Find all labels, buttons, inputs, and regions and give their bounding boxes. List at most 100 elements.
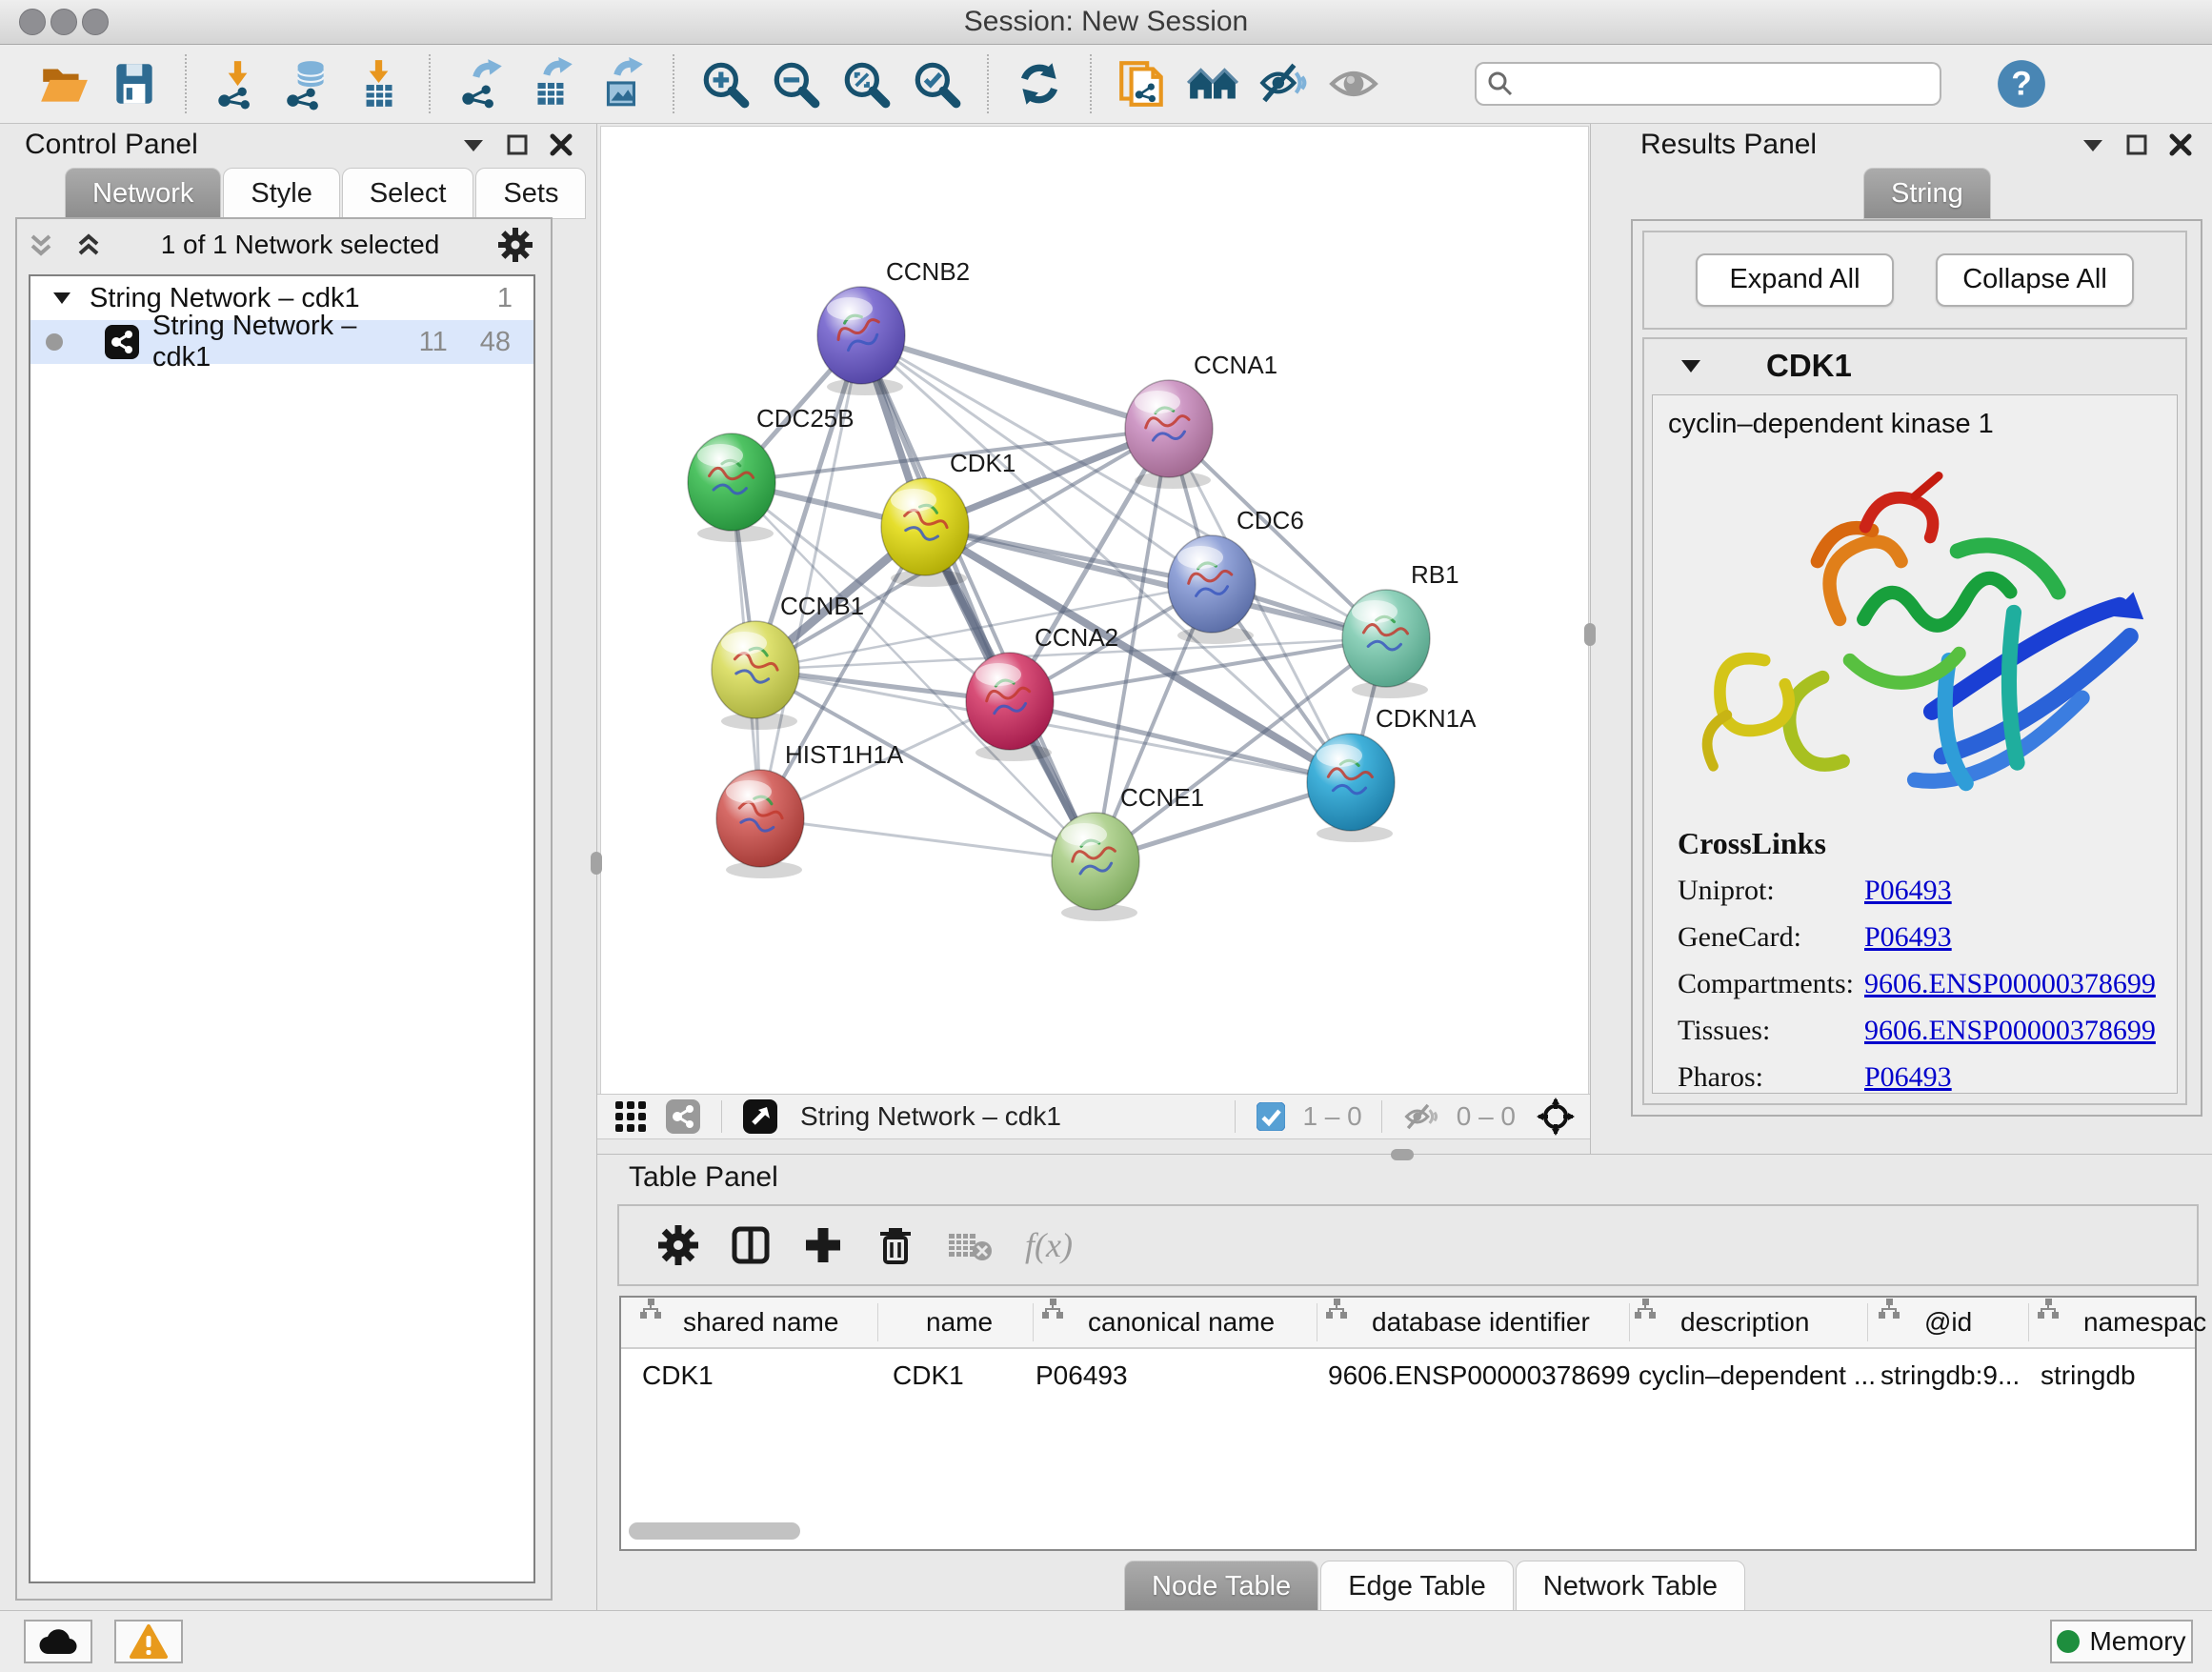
add-column-icon[interactable]: [802, 1224, 844, 1266]
export-network-icon[interactable]: [454, 57, 508, 111]
zoom-out-icon[interactable]: [769, 57, 822, 111]
minimize-window-button[interactable]: [50, 9, 77, 35]
fit-content-crosshair-icon[interactable]: [1537, 1098, 1575, 1136]
memory-button[interactable]: Memory: [2050, 1620, 2193, 1663]
refresh-icon[interactable]: [1013, 57, 1066, 111]
column-divider[interactable]: [877, 1303, 878, 1341]
tab-sets[interactable]: Sets: [475, 168, 586, 219]
close-panel-icon[interactable]: [549, 132, 573, 157]
network-row-selected[interactable]: String Network – cdk1 11 48: [30, 320, 533, 364]
warnings-button[interactable]: [114, 1620, 183, 1663]
horizontal-scrollbar-thumb[interactable]: [629, 1522, 800, 1540]
network-edge[interactable]: [1010, 701, 1351, 782]
export-image-icon[interactable]: [595, 57, 649, 111]
search-box[interactable]: [1475, 62, 1941, 106]
import-table-icon[interactable]: [352, 57, 405, 111]
column-header-description[interactable]: description: [1680, 1298, 1809, 1347]
horizontal-splitter-handle[interactable]: [1391, 1149, 1414, 1160]
network-node-ccne1[interactable]: CCNE1: [1052, 783, 1204, 921]
tab-edge-table[interactable]: Edge Table: [1320, 1561, 1514, 1612]
tab-string[interactable]: String: [1863, 168, 1991, 219]
crosslink-link[interactable]: P06493: [1864, 875, 1952, 907]
network-canvas[interactable]: CCNB2CCNA1CDC25BCDK1CDC6RB1CCNB1CCNA2CDK…: [600, 126, 1589, 1096]
cloud-status-button[interactable]: [24, 1620, 92, 1663]
hide-graphics-details-icon[interactable]: [1257, 57, 1310, 111]
selected-checkbox-icon[interactable]: [1257, 1102, 1285, 1131]
network-node-cdc6[interactable]: CDC6: [1168, 506, 1304, 644]
delete-column-icon[interactable]: [875, 1224, 916, 1266]
protein-section-header[interactable]: CDK1: [1644, 339, 2185, 393]
zoom-in-icon[interactable]: [698, 57, 752, 111]
network-node-ccna1[interactable]: CCNA1: [1125, 351, 1277, 489]
open-session-icon[interactable]: [37, 57, 90, 111]
column-divider[interactable]: [1033, 1303, 1034, 1341]
tab-network-table[interactable]: Network Table: [1516, 1561, 1745, 1612]
table-cell[interactable]: CDK1: [642, 1355, 714, 1397]
zoom-window-button[interactable]: [82, 9, 109, 35]
save-session-icon[interactable]: [108, 57, 161, 111]
column-divider[interactable]: [1629, 1303, 1630, 1341]
grid-view-icon[interactable]: [614, 1100, 647, 1133]
collection-expand-icon[interactable]: [51, 288, 72, 309]
show-columns-icon[interactable]: [730, 1224, 772, 1266]
table-cell[interactable]: stringdb: [2041, 1355, 2136, 1397]
network-node-cdkn1a[interactable]: CDKN1A: [1307, 704, 1477, 842]
tab-node-table[interactable]: Node Table: [1124, 1561, 1318, 1612]
panel-menu-icon[interactable]: [2081, 132, 2105, 157]
column-divider[interactable]: [1867, 1303, 1868, 1341]
float-panel-icon[interactable]: [2124, 132, 2149, 157]
table-cell[interactable]: stringdb:9...: [1880, 1355, 2020, 1397]
close-window-button[interactable]: [19, 9, 46, 35]
left-splitter-handle[interactable]: [591, 852, 602, 875]
network-node-ccnb1[interactable]: CCNB1: [712, 592, 864, 730]
network-options-gear-icon[interactable]: [497, 227, 533, 263]
crosslink-link[interactable]: P06493: [1864, 921, 1952, 954]
close-panel-icon[interactable]: [2168, 132, 2193, 157]
crosslink-link[interactable]: 9606.ENSP00000378699: [1864, 968, 2156, 1000]
tab-network[interactable]: Network: [65, 168, 221, 219]
import-network-icon[interactable]: [211, 57, 264, 111]
column-header-canonical-name[interactable]: canonical name: [1088, 1298, 1275, 1347]
home-networks-icon[interactable]: [1186, 57, 1239, 111]
show-graphics-details-icon[interactable]: [1327, 57, 1380, 111]
zoom-selected-icon[interactable]: [910, 57, 963, 111]
network-view-icon[interactable]: [666, 1099, 700, 1134]
column-header-name[interactable]: name: [926, 1298, 993, 1347]
import-network-from-database-icon[interactable]: [281, 57, 334, 111]
help-icon[interactable]: ?: [1995, 57, 2048, 111]
table-cell[interactable]: cyclin–dependent ...: [1639, 1355, 1876, 1397]
panel-menu-icon[interactable]: [461, 132, 486, 157]
search-input[interactable]: [1515, 69, 1919, 100]
zoom-fit-icon[interactable]: [839, 57, 893, 111]
collapse-all-button[interactable]: Collapse All: [1936, 253, 2134, 307]
network-node-ccnb2[interactable]: CCNB2: [817, 257, 970, 395]
column-header-database-identifier[interactable]: database identifier: [1372, 1298, 1590, 1347]
column-divider[interactable]: [2028, 1303, 2029, 1341]
export-table-icon[interactable]: [525, 57, 578, 111]
birdseye-view-icon[interactable]: [743, 1099, 777, 1134]
column-header-namespac[interactable]: namespac: [2083, 1298, 2206, 1347]
collapse-all-networks-icon[interactable]: [27, 231, 55, 259]
node-label: CDKN1A: [1376, 704, 1477, 733]
expand-all-button[interactable]: Expand All: [1696, 253, 1894, 307]
network-edge[interactable]: [760, 818, 1096, 861]
tab-style[interactable]: Style: [223, 168, 339, 219]
network-edge[interactable]: [861, 335, 1169, 429]
table-cell[interactable]: 9606.ENSP00000378699: [1328, 1355, 1631, 1397]
crosslink-link[interactable]: P06493: [1864, 1061, 1952, 1094]
network-edge[interactable]: [861, 335, 1096, 861]
column-header-shared-name[interactable]: shared name: [683, 1298, 838, 1347]
right-splitter-handle[interactable]: [1584, 623, 1596, 646]
float-panel-icon[interactable]: [505, 132, 530, 157]
table-options-gear-icon[interactable]: [657, 1224, 699, 1266]
network-node-rb1[interactable]: RB1: [1342, 560, 1459, 698]
table-cell[interactable]: P06493: [1036, 1355, 1128, 1397]
crosslink-link[interactable]: 9606.ENSP00000378699: [1864, 1015, 2156, 1047]
table-cell[interactable]: CDK1: [893, 1355, 964, 1397]
clone-network-icon[interactable]: [1116, 57, 1169, 111]
network-node-hist1h1a[interactable]: HIST1H1A: [716, 740, 904, 878]
column-header--id[interactable]: @id: [1924, 1298, 1972, 1347]
section-collapse-icon[interactable]: [1679, 353, 1703, 378]
tab-select[interactable]: Select: [342, 168, 474, 219]
expand-all-networks-icon[interactable]: [74, 231, 103, 259]
